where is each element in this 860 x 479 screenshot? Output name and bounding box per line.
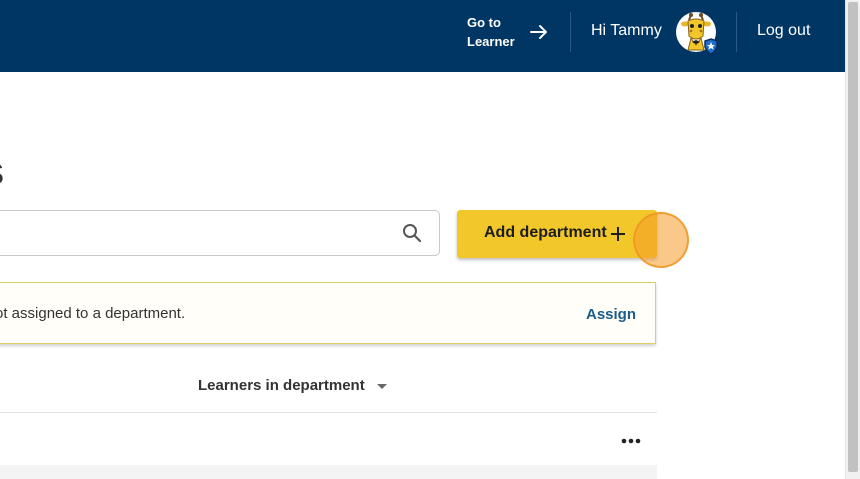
- logout-link[interactable]: Log out: [757, 22, 810, 40]
- plus-icon: [611, 227, 625, 241]
- table-row[interactable]: [0, 465, 657, 479]
- go-to-learner-label: Go to Learner: [467, 15, 515, 49]
- search-input[interactable]: [9, 223, 373, 245]
- chevron-down-icon[interactable]: [377, 384, 387, 390]
- scrollbar-thumb[interactable]: [848, 2, 858, 472]
- column-header-learners[interactable]: Learners in department: [198, 377, 365, 394]
- divider: [0, 412, 657, 413]
- arrow-right-icon: [530, 25, 547, 39]
- assign-link[interactable]: Assign: [586, 306, 636, 323]
- click-indicator: [633, 212, 689, 268]
- notice-text: ot assigned to a department.: [0, 305, 186, 322]
- search-field[interactable]: [0, 210, 440, 256]
- giraffe-avatar-icon: [677, 13, 718, 55]
- vertical-scrollbar[interactable]: [845, 0, 860, 479]
- user-greeting: Hi Tammy: [591, 22, 662, 39]
- go-to-learner-link[interactable]: Go to Learner: [467, 12, 557, 52]
- add-department-label: Add department: [484, 224, 607, 241]
- divider: [570, 12, 571, 52]
- unassigned-learners-notice: ot assigned to a department. Assign: [0, 282, 656, 344]
- divider: [736, 12, 737, 52]
- more-horizontal-icon[interactable]: [620, 434, 642, 448]
- user-avatar[interactable]: [676, 12, 718, 55]
- search-icon[interactable]: [402, 223, 422, 243]
- add-department-button[interactable]: Add department: [457, 210, 657, 258]
- page-title: S: [0, 158, 4, 192]
- top-navigation-bar: Go to Learner Hi Tammy Log out: [0, 0, 845, 72]
